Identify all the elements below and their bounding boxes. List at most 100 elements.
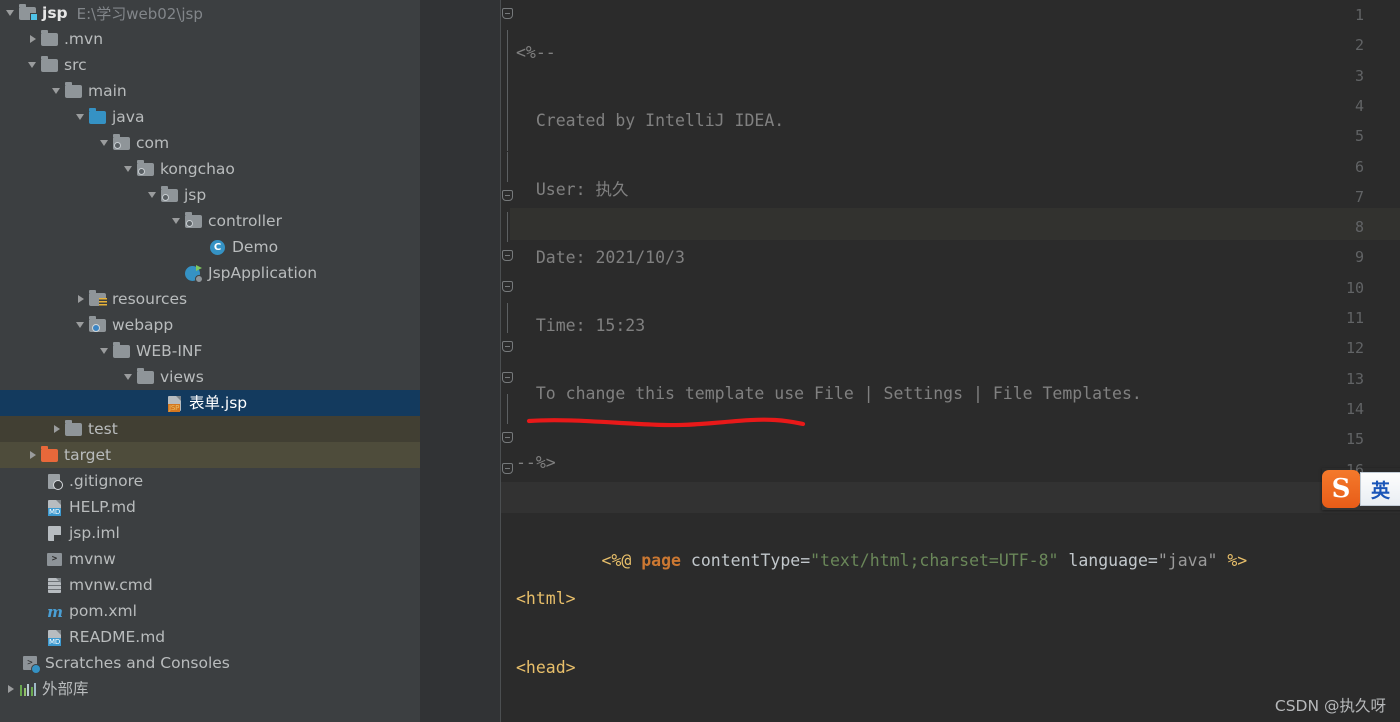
chevron-down-icon[interactable] [170,208,185,234]
fold-marker-body[interactable] [500,364,516,394]
tree-row-mvnw[interactable]: > mvnw [0,546,420,572]
tree-row-readme-md[interactable]: MD README.md [0,624,420,650]
code-line-5: Time: 15:23 [516,311,1247,341]
fold-guide [500,61,516,91]
fold-marker-head-end[interactable] [500,333,516,363]
line-number: 13 [1324,364,1364,394]
chevron-right-icon[interactable] [4,676,19,702]
folder-icon [65,420,83,438]
chevron-down-icon[interactable] [122,156,137,182]
tree-item-label: Scratches and Consoles [45,650,230,676]
tree-row-views[interactable]: views [0,364,420,390]
chevron-down-icon[interactable] [4,0,19,26]
code-line-8: <%@ page contentType="text/html;charset=… [516,516,1247,546]
chevron-down-icon[interactable] [74,312,89,338]
fold-marker-comment-start[interactable] [500,0,516,30]
shell-script-icon: > [46,550,64,568]
chevron-down-icon[interactable] [98,130,113,156]
fold-guide [500,152,516,182]
tree-item-label: README.md [69,624,165,650]
fold-marker-body-end[interactable] [500,424,516,454]
tree-row-pom-xml[interactable]: m pom.xml [0,598,420,624]
chevron-down-icon[interactable] [50,78,65,104]
tree-row-resources[interactable]: resources [0,286,420,312]
chevron-right-icon[interactable] [26,442,41,468]
tree-item-label: java [112,104,144,130]
module-folder-icon [19,4,37,22]
tree-row-java[interactable]: java [0,104,420,130]
chevron-down-icon[interactable] [74,104,89,130]
external-libraries-icon [19,680,37,698]
tree-row-webapp[interactable]: webapp [0,312,420,338]
fold-marker-head[interactable] [500,273,516,303]
code-line-4: Date: 2021/10/3 [516,243,1247,273]
tree-row-jsp-application[interactable]: JspApplication [0,260,420,286]
tree-row-external-libraries[interactable]: 外部库 [0,676,420,702]
tree-row-target[interactable]: target [0,442,420,468]
fold-guide [500,485,516,515]
code-editor[interactable]: 1 2 3 4 5 6 7 8 9 10 11 12 13 14 15 16 1… [420,0,1400,722]
code-text[interactable]: <%-- Created by IntelliJ IDEA. User: 执久 … [516,0,1247,722]
chevron-right-icon[interactable] [74,286,89,312]
editor-gutter[interactable] [420,0,500,722]
chevron-down-icon[interactable] [146,182,161,208]
csdn-watermark: CSDN @执久呀 [1275,694,1386,716]
tree-row-test[interactable]: test [0,416,420,442]
tree-row-gitignore[interactable]: .gitignore [0,468,420,494]
ime-mode-indicator[interactable]: 英 [1360,472,1400,506]
code-line-2: Created by IntelliJ IDEA. [516,106,1247,136]
sogou-ime-widget[interactable]: S 英 [1322,468,1400,510]
tree-row-project-root[interactable]: jsp E:\学习web02\jsp [0,0,420,26]
tree-item-label: 表单.jsp [189,390,247,416]
code-line-10: <head> [516,653,1247,683]
chevron-right-icon[interactable] [50,416,65,442]
tree-row-help-md[interactable]: MD HELP.md [0,494,420,520]
tree-row-jsp-iml[interactable]: jsp.iml [0,520,420,546]
folder-icon [137,368,155,386]
project-root-label: jsp [42,0,68,26]
tree-item-label: HELP.md [69,494,136,520]
tree-row-mvnw-cmd[interactable]: mvnw.cmd [0,572,420,598]
line-number: 7 [1324,182,1364,212]
tree-item-label: .gitignore [69,468,143,494]
tree-row-kongchao[interactable]: kongchao [0,156,420,182]
markdown-file-icon: MD [46,628,64,646]
line-number: 15 [1324,424,1364,454]
fold-marker-comment-end[interactable] [500,182,516,212]
tree-row-web-inf[interactable]: WEB-INF [0,338,420,364]
tree-row-jsp-package[interactable]: jsp [0,182,420,208]
iml-file-icon [46,524,64,542]
chevron-down-icon[interactable] [122,364,137,390]
tree-item-label: webapp [112,312,173,338]
fold-marker-html-end[interactable] [500,455,516,485]
tree-row-scratches-and-consoles[interactable]: > Scratches and Consoles [0,650,420,676]
tree-row-demo-class[interactable]: C Demo [0,234,420,260]
sogou-logo-icon[interactable]: S [1322,470,1360,508]
tree-item-label: 外部库 [42,676,89,702]
tree-item-label: src [64,52,87,78]
tree-row-com[interactable]: com [0,130,420,156]
code-line-3: User: 执久 [516,175,1247,205]
folder-icon [65,82,83,100]
tree-row-controller[interactable]: controller [0,208,420,234]
tree-item-label: views [160,364,204,390]
java-class-icon: C [209,238,227,256]
line-number: 4 [1324,91,1364,121]
line-number: 6 [1324,152,1364,182]
package-folder-icon [185,212,203,230]
chevron-down-icon[interactable] [26,52,41,78]
chevron-down-icon[interactable] [98,338,113,364]
fold-marker-html[interactable] [500,242,516,272]
package-folder-icon [113,134,131,152]
project-tool-window[interactable]: jsp E:\学习web02\jsp .mvn src main java [0,0,420,722]
tree-row-mvn[interactable]: .mvn [0,26,420,52]
tree-row-src[interactable]: src [0,52,420,78]
code-line-9: <html> [516,584,1247,614]
tree-row-main[interactable]: main [0,78,420,104]
fold-guide [500,303,516,333]
tree-row-biaodan-jsp[interactable]: JSP 表单.jsp [0,390,420,416]
tree-item-label: controller [208,208,282,234]
line-number: 5 [1324,121,1364,151]
tree-item-label: Demo [232,234,278,260]
chevron-right-icon[interactable] [26,26,41,52]
